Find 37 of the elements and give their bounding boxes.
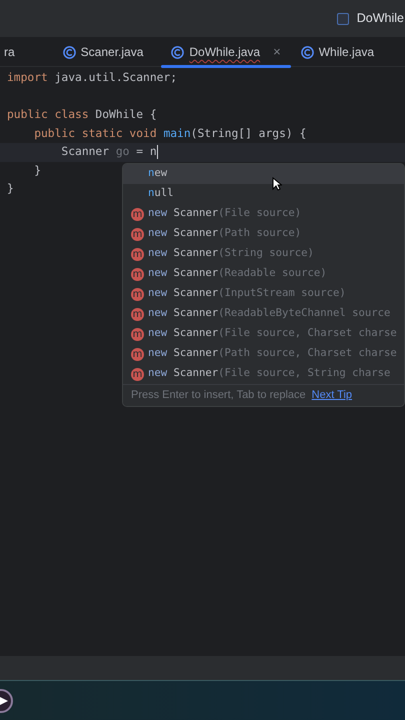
method-icon: m	[131, 328, 144, 340]
code-line: public static void main(String[] args) {	[33, 126, 306, 142]
completion-item[interactable]: m new Scanner(Path source, Charset charse	[123, 344, 404, 364]
completion-item[interactable]: m new Scanner(File source, String charse	[123, 364, 404, 384]
completion-item[interactable]: m new Scanner(File source, Charset charse	[123, 324, 404, 344]
code-line: import java.util.Scanner;	[6, 70, 178, 86]
method-icon: m	[131, 268, 144, 280]
method-icon: m	[131, 368, 144, 380]
mouse-pointer-icon	[272, 177, 282, 191]
completion-item[interactable]: m new Scanner(String source)	[123, 244, 404, 264]
completion-item[interactable]: m new Scanner(Path source)	[123, 224, 404, 244]
completion-item[interactable]: new	[123, 164, 404, 184]
completion-item[interactable]: m new Scanner(File source)	[123, 204, 404, 224]
editor-tab[interactable]: ra	[0, 37, 25, 67]
code-line: public class DoWhile {	[6, 107, 157, 123]
next-tip-link[interactable]: Next Tip	[312, 387, 352, 404]
method-icon: m	[131, 248, 144, 260]
completion-item[interactable]: m new Scanner(InputStream source)	[123, 284, 404, 304]
method-icon: m	[131, 348, 144, 360]
method-icon: m	[131, 228, 144, 240]
close-icon[interactable]: ×	[273, 42, 281, 62]
config-icon	[336, 12, 349, 24]
text-caret	[156, 144, 158, 159]
editor-tab[interactable]: While.java	[290, 37, 384, 67]
method-icon: m	[131, 208, 144, 220]
code-line: }	[6, 181, 14, 197]
editor-tab[interactable]: DoWhile.java ×	[161, 37, 291, 67]
completion-item[interactable]: null	[123, 184, 404, 204]
code-line: }	[33, 162, 42, 178]
method-icon: m	[131, 308, 144, 320]
completion-item[interactable]: m new Scanner(ReadableByteChannel source	[123, 304, 404, 324]
run-config-selector[interactable]: DoWhile	[356, 9, 404, 28]
completion-item[interactable]: m new Scanner(Readable source)	[123, 264, 404, 284]
editor-tab[interactable]: Scaner.java	[52, 37, 154, 67]
method-icon: m	[131, 288, 144, 300]
hint-text: Press Enter to insert, Tab to replace	[131, 388, 306, 404]
play-icon[interactable]	[0, 688, 14, 712]
